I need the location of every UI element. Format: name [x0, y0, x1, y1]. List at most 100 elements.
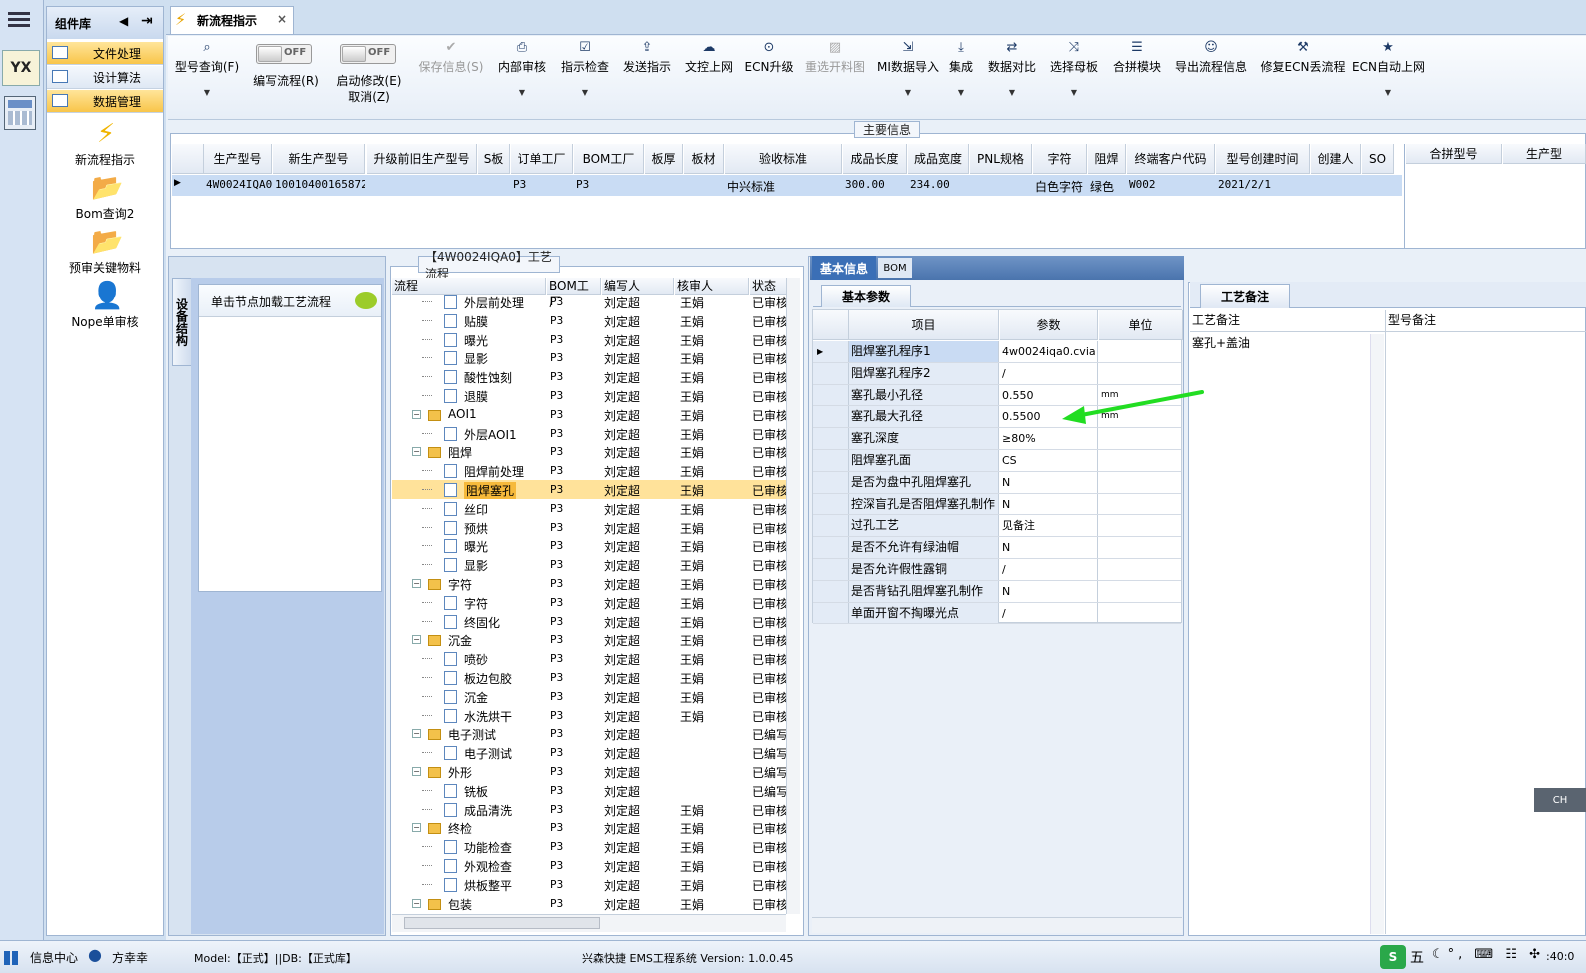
main-info-column-header[interactable]: 验收标准 [725, 144, 842, 174]
chevron-down-icon[interactable]: ▼ [494, 88, 550, 97]
toolbar-button[interactable]: ⇲ MI数据导入 ▼ [874, 38, 942, 108]
param-row[interactable]: 是否背钻孔阻焊塞孔制作 N [813, 580, 1181, 603]
toolbar-button[interactable]: ⎙ 内部审核 ▼ [494, 38, 550, 108]
flow-row[interactable]: − 外形 P3 刘定超 已编写 [392, 762, 790, 781]
main-info-column-header[interactable]: 订单工厂 [511, 144, 573, 174]
main-info-column-header[interactable]: PNL规格 [970, 144, 1032, 174]
chevron-down-icon[interactable]: ▼ [984, 88, 1040, 97]
toolbar-button[interactable]: ★ ECN自动上网 ▼ [1352, 38, 1425, 108]
flow-row[interactable]: 预烘 P3 刘定超 王娟 已审核 [392, 518, 790, 537]
collapse-left-icon[interactable]: ◀ [119, 14, 128, 28]
main-info-column-header[interactable]: 阻焊 [1088, 144, 1126, 174]
calculator-icon[interactable] [4, 96, 36, 130]
main-info-column-header[interactable]: 板材 [684, 144, 724, 174]
flow-row[interactable]: 阻焊塞孔 P3 刘定超 王娟 已审核 [392, 480, 790, 499]
param-row[interactable]: 控深盲孔是否阻焊塞孔制作 N [813, 493, 1181, 516]
flow-vscrollbar[interactable] [786, 278, 800, 914]
process-note-text[interactable]: 塞孔+盖油 [1192, 334, 1368, 932]
process-note-scrollbar[interactable] [1370, 334, 1384, 934]
main-info-column-header[interactable]: 字符 [1033, 144, 1087, 174]
tab-info-0[interactable]: 基本信息 [812, 256, 876, 280]
flow-row[interactable]: 水洗烘干 P3 刘定超 王娟 已审核 [392, 706, 790, 725]
pin-icon[interactable]: ⇥ [141, 13, 153, 29]
toolbar-button[interactable]: ⇪ 发送指示 [618, 38, 676, 108]
flow-hscroll-thumb[interactable] [404, 917, 600, 929]
params-column-header[interactable]: 单位 [1099, 310, 1183, 340]
param-value[interactable]: N [1000, 471, 1098, 493]
info-center[interactable]: 信息中心 [30, 949, 78, 966]
param-value[interactable]: / [1000, 602, 1098, 624]
merge-column-header[interactable]: 生产型 [1503, 144, 1586, 164]
flow-row[interactable]: 外层前处理 P3 刘定超 王娟 已审核 [392, 292, 790, 311]
flow-row[interactable]: 曝光 P3 刘定超 王娟 已审核 [392, 536, 790, 555]
chevron-down-icon[interactable]: ▼ [874, 88, 942, 97]
main-info-column-header[interactable]: 升级前旧生产型号 [367, 144, 477, 174]
chevron-down-icon[interactable]: ▼ [946, 88, 976, 97]
flow-row[interactable]: 外观检查 P3 刘定超 王娟 已审核 [392, 856, 790, 875]
sidebar-item[interactable]: ⚡ 新流程指示 [57, 119, 153, 169]
flow-row[interactable]: 酸性蚀刻 P3 刘定超 王娟 已审核 [392, 367, 790, 386]
param-row[interactable]: 单面开窗不掏曝光点 / [813, 602, 1181, 625]
sidebar-item[interactable]: 📂 预审关键物料 [57, 227, 153, 277]
main-info-column-header[interactable]: BOM工厂 [574, 144, 644, 174]
main-info-column-header[interactable]: SO [1362, 144, 1394, 174]
param-value[interactable]: ≥80% [1000, 428, 1098, 449]
collapse-icon[interactable]: − [412, 409, 421, 419]
flow-row[interactable]: 喷砂 P3 刘定超 王娟 已审核 [392, 649, 790, 668]
flow-row[interactable]: 铣板 P3 刘定超 已编写 [392, 781, 790, 800]
yx-app-icon[interactable]: YX [2, 50, 40, 86]
toolbar-button[interactable]: ▨ 重选开料图 [800, 38, 870, 108]
main-info-column-header[interactable]: 型号创建时间 [1216, 144, 1310, 174]
toolbar-button[interactable]: ⚒ 修复ECN丢流程 [1258, 38, 1348, 108]
param-value[interactable]: 见备注 [1000, 515, 1098, 537]
main-info-column-header[interactable]: 成品宽度 [908, 144, 969, 174]
toolbar-button[interactable]: ☺ 导出流程信息 [1172, 38, 1250, 108]
tab-basic-params[interactable]: 基本参数 [821, 285, 911, 307]
collapse-icon[interactable]: − [412, 823, 421, 833]
main-info-column-header[interactable]: 新生产型号 [273, 144, 365, 174]
flow-row[interactable]: 阻焊前处理 P3 刘定超 王娟 已审核 [392, 461, 790, 480]
toolbar-button[interactable]: ☁ 文控上网 [680, 38, 738, 108]
close-icon[interactable]: × [277, 12, 287, 26]
toolbar-button[interactable]: ⤨ 选择母板 ▼ [1046, 38, 1102, 108]
tab-new-flow[interactable]: ⚡ 新流程指示 × [170, 6, 294, 34]
collapse-icon[interactable]: − [412, 635, 421, 645]
sidebar-category[interactable]: 设计算法 [47, 66, 163, 89]
chevron-down-icon[interactable]: ▼ [170, 88, 244, 97]
params-column-header[interactable]: 参数 [1000, 310, 1098, 340]
device-tree[interactable]: 单击节点加载工艺流程 [198, 284, 382, 592]
flow-row[interactable]: 贴膜 P3 刘定超 王娟 已审核 [392, 311, 790, 330]
main-info-column-header[interactable]: 终端客户代码 [1127, 144, 1215, 174]
main-info-column-header[interactable]: 生产型号 [204, 144, 272, 174]
flow-row[interactable]: 功能检查 P3 刘定超 王娟 已审核 [392, 837, 790, 856]
flow-row[interactable]: − AOI1 P3 刘定超 王娟 已审核 [392, 405, 790, 424]
toolbar-button[interactable]: ☰ 合拼模块 [1108, 38, 1166, 108]
flow-row[interactable]: − 包装 P3 刘定超 王娟 已审核 [392, 894, 790, 913]
param-row[interactable]: 是否允许假性露铜 / [813, 559, 1181, 581]
flow-row[interactable]: − 阻焊 P3 刘定超 王娟 已审核 [392, 442, 790, 461]
flow-row[interactable]: − 终检 P3 刘定超 王娟 已审核 [392, 818, 790, 837]
param-row[interactable]: 塞孔深度 ≥80% [813, 428, 1181, 450]
param-row[interactable]: 阻焊塞孔面 CS [813, 450, 1181, 472]
collapse-icon[interactable]: − [412, 767, 421, 776]
merge-column-header[interactable]: 合拼型号 [1406, 144, 1502, 164]
ime-logo-icon[interactable]: S [1380, 945, 1406, 969]
flow-row[interactable]: 曝光 P3 刘定超 王娟 已审核 [392, 330, 790, 349]
chevron-down-icon[interactable]: ▼ [1046, 88, 1102, 97]
flow-row[interactable]: 成品清洗 P3 刘定超 王娟 已审核 [392, 800, 790, 819]
flow-row[interactable]: 显影 P3 刘定超 王娟 已审核 [392, 348, 790, 367]
ime-mode[interactable]: 五 [1410, 947, 1424, 967]
tab-process-remarks[interactable]: 工艺备注 [1200, 284, 1290, 308]
flow-row[interactable]: 电子测试 P3 刘定超 已编写 [392, 743, 790, 762]
edit-toggle[interactable]: OFF [256, 44, 312, 64]
model-note-text[interactable] [1388, 334, 1584, 932]
param-row[interactable]: 阻焊塞孔程序2/ [813, 362, 1181, 385]
toolbar-button[interactable]: ⤓ 集成 ▼ [946, 38, 976, 108]
param-value[interactable]: / [1000, 559, 1098, 580]
ime-ch-badge[interactable]: CH [1534, 788, 1586, 812]
param-value[interactable]: N [1000, 493, 1098, 515]
sidebar-item[interactable]: 👤 Nope单审核 [57, 281, 153, 331]
flow-row[interactable]: 终固化 P3 刘定超 王娟 已审核 [392, 612, 790, 631]
flow-row[interactable]: 板边包胶 P3 刘定超 王娟 已审核 [392, 668, 790, 687]
param-value[interactable]: N [1000, 537, 1098, 558]
